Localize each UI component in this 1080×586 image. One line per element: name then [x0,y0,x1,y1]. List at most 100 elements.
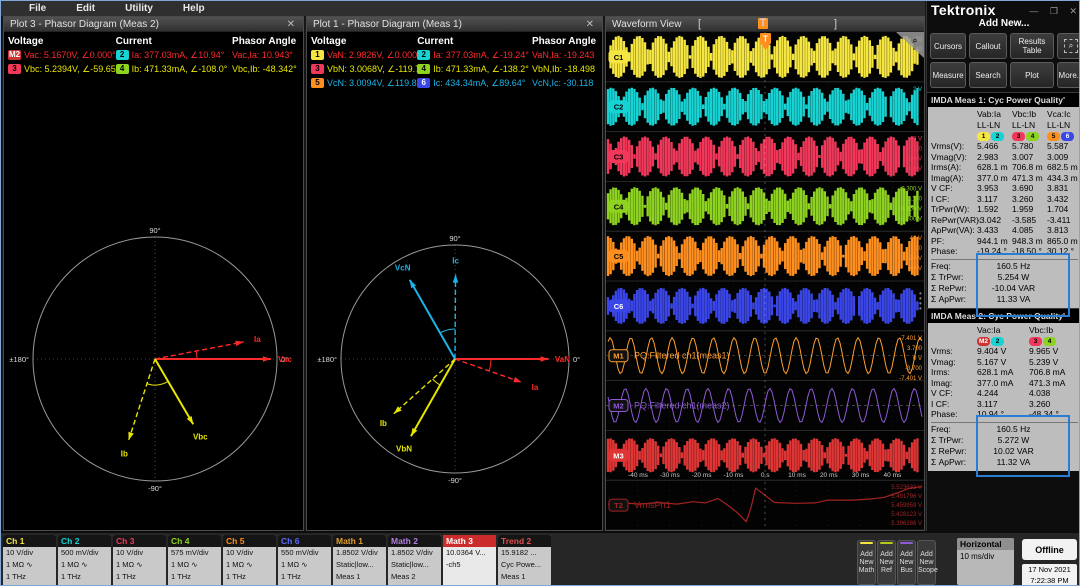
summary-value: 160.5 Hz [996,423,1031,434]
channel-setting-line: 1.8502 V/div [391,548,433,557]
meas1-header[interactable]: IMDA Meas 1: Cyc Power Quality' [927,92,1079,107]
plot3-close-icon[interactable]: ✕ [285,19,297,30]
channel-badge-math1[interactable]: Math 1 1.8502 V/div Static|low... Meas 1 [333,535,386,585]
svg-text:T: T [763,35,768,44]
results-table-button[interactable]: Results Table [1010,33,1054,59]
offline-status-button[interactable]: Offline [1022,539,1077,560]
channel-setting-line: 1 MΩ ∿ [116,560,143,569]
channel-setting-line: 15.9182 ... [501,548,537,557]
search-button[interactable]: Search [969,62,1007,88]
menu-item-help[interactable]: Help [183,3,205,14]
meas-row-label: Irms(A): [931,162,962,172]
channel-setting-line: 10 V/div [226,548,254,557]
trigger-marker-icon[interactable]: T [758,18,768,29]
current-cell: 2 Ia: 377.03mA, ∠-19.24° [417,49,532,61]
more--button[interactable]: More... [1057,62,1079,88]
channel-badge-ch5[interactable]: Ch 5 10 V/div 1 MΩ ∿ 1 THz [223,535,276,585]
readout-row: M2 Vac: 5.1670V, ∠0.000° 2 Ia: 377.03mA, ∠1… [8,48,299,62]
channel-badge-M3[interactable]: M3 [608,448,629,462]
readout-col-phasor-angle: Phasor Angle [531,35,597,47]
plot3-titlebar[interactable]: Plot 3 - Phasor Diagram (Meas 2) ✕ [4,17,303,32]
svg-text:±180°: ±180° [317,355,337,364]
add-new-bus-button[interactable]: Add New Bus [897,540,916,585]
waveform-grid[interactable]: C1-20-40C22 VC340 V20-20 V-40 VC42.300 V… [606,32,924,531]
meas-row-label: Vmag(V): [931,151,967,162]
current-value: Ib: 471.33mA, ∠-108.0° [131,63,228,74]
channel-badge-C2[interactable]: C2 [608,100,629,114]
meas-table-row: I CF: 3.117 3.260 3.432 [931,194,1078,205]
phasor-angle-value: VcN,Ic: -30.118 [531,78,594,88]
add-new-math-button[interactable]: Add New Math [857,540,876,585]
channel-badge-C3[interactable]: C3 [608,150,629,163]
restore-button[interactable]: ❐ [1050,6,1058,16]
channel-setting-line: 1 THz [6,572,26,581]
channel-badge-T2[interactable]: T2 [608,498,629,512]
source-badge: M2 [8,49,21,60]
channel-badge-C5[interactable]: C5 [608,249,629,263]
add-new-scope-button[interactable]: Add New Scope [917,540,938,585]
channel-badge-math2[interactable]: Math 2 1.8502 V/div Static|low... Meas 2 [388,535,441,585]
meas-value: 682.5 m [1047,162,1078,172]
menu-item-utility[interactable]: Utility [125,3,153,14]
voltage-value: VbN: 3.0068V, ∠-119.7° [327,63,424,74]
waveform-view-titlebar[interactable]: Waveform View [ T ] [606,17,924,32]
meas-value: 9.404 V [977,346,1007,356]
close-button[interactable]: ✕ [1069,6,1077,16]
channel-badge-ch2[interactable]: Ch 2 500 mV/div 1 MΩ ∿ 1 THz [58,535,111,585]
bracket-left[interactable]: [ [698,18,701,30]
channel-badge-C4[interactable]: C4 [608,199,629,213]
callout-button[interactable]: Callout [969,33,1007,59]
channel-badge-ch4[interactable]: Ch 4 575 mV/div 1 MΩ ∿ 1 THz [168,535,221,585]
meas-table-row: Vac:Ia Vbc:Ib [931,325,1078,336]
draw-a-box-button[interactable]: ⌕ [1057,33,1079,59]
meas1-results-table[interactable]: Vab:Ia Vbc:Ib Vca:Ic LL-LN LL-LN LL-LN 1 2 3 4 5 6 V… [928,107,1079,317]
channel-badge-label: Ch 1 [3,535,56,547]
channel-badge-C6[interactable]: C6 [608,299,629,313]
svg-text:⌕: ⌕ [911,35,917,45]
channel-badge-C1[interactable]: C1 [608,50,629,64]
source-badge: 5 [311,77,324,88]
phasor-angle-value: VbN,Ib: -18.498 [531,64,596,74]
meas-summary: Freq: 160.5 Hz Σ TrPwr: 5.272 W Σ RePwr: 10.0… [931,421,1078,468]
channel-badge-trend2[interactable]: Trend 2 15.9182 ... Cyc Powe... Meas 1 [498,535,551,585]
channel-badge-label: Ch 5 [223,535,276,547]
bracket-right[interactable]: ] [834,18,837,30]
meas-value: 628.1 mA [977,367,1014,377]
meas-table-row: M2 2 3 4 [931,335,1078,346]
plot1-close-icon[interactable]: ✕ [584,19,596,30]
voltage-value: VaN: 2.9826V, ∠0.000° [327,49,421,60]
plot1-titlebar[interactable]: Plot 1 - Phasor Diagram (Meas 1) ✕ [307,17,602,32]
channel-badge-ch1[interactable]: Ch 1 10 V/div 1 MΩ ∿ 1 THz [3,535,56,585]
source-badge: 2 [417,49,431,60]
channel-setting-line: 500 mV/div [61,548,99,557]
channel-badge-ch3[interactable]: Ch 3 10 V/div 1 MΩ ∿ 1 THz [113,535,166,585]
current-cell: 6 Ic: 434.34mA, ∠89.64° [417,77,532,89]
panel-splitter-handle[interactable]: • • • • [919,290,924,317]
menu-item-edit[interactable]: Edit [76,3,95,14]
date-text: 17 Nov 2021 [1028,565,1071,574]
channel-setting-line: Meas 2 [391,572,416,581]
channel-badge-M2[interactable]: M2 [608,399,629,412]
horizontal-panel[interactable]: Horizontal 10 ms/div [957,538,1014,585]
minimize-button[interactable]: — [1029,6,1038,16]
measure-button[interactable]: Measure [930,62,966,88]
meas-subcol-header: LL-LN [1012,119,1036,130]
add-new-ref-button[interactable]: Add New Ref [877,540,896,585]
svg-text:M1: M1 [613,352,623,361]
meas-value: 4.244 [977,388,999,398]
svg-text:5.396286 V: 5.396286 V [891,521,922,527]
cursors-button[interactable]: Cursors [930,33,966,59]
channel-badge-ch6[interactable]: Ch 6 550 mV/div 1 MΩ ∿ 1 THz [278,535,331,585]
readout-header: Voltage Current Phasor Angle [8,34,299,48]
channel-setting-line: Meas 1 [336,572,361,581]
meas2-results-table[interactable]: Vac:Ia Vbc:Ib M2 2 3 4 Vrms: 9.404 V 9.965 V Vmag… [928,322,1079,477]
channel-badge-math3[interactable]: Math 3 10.0364 V... -ch5 [443,535,496,585]
meas2-header[interactable]: IMDA Meas 2: Cyc Power Quality' [927,307,1079,323]
svg-text:3.700: 3.700 [907,346,923,352]
meas-value: 5.167 V [977,356,1007,367]
plot-button[interactable]: Plot [1010,62,1054,88]
channel-badge-M1[interactable]: M1 [608,349,629,363]
svg-text:VaN: VaN [555,355,570,364]
menu-item-file[interactable]: File [29,3,46,14]
svg-text:20: 20 [915,147,922,153]
